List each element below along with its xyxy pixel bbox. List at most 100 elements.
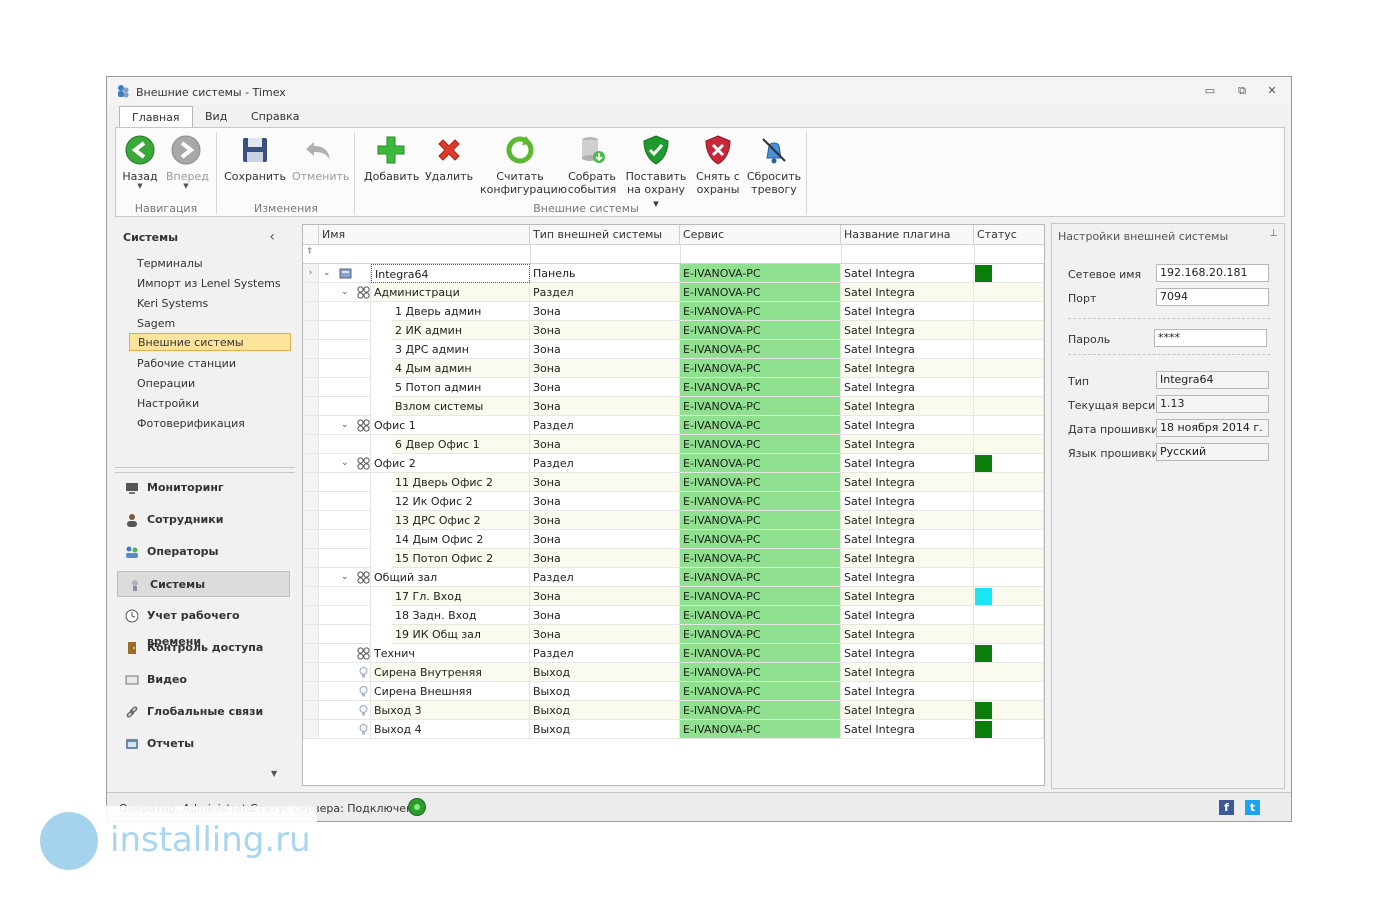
cell-service[interactable]: E-IVANOVA-PC: [680, 340, 841, 359]
cell-name[interactable]: 5 Потоп админ: [392, 378, 530, 397]
column-header-status[interactable]: Статус: [974, 225, 1044, 245]
cell-status[interactable]: [974, 416, 1044, 435]
cell-status[interactable]: [974, 720, 1044, 739]
expand-toggle-icon[interactable]: ⌄: [341, 573, 350, 582]
cell-service[interactable]: E-IVANOVA-PC: [680, 530, 841, 549]
row-indicator[interactable]: [303, 435, 319, 454]
cell-status[interactable]: [974, 549, 1044, 568]
row-indicator[interactable]: [303, 397, 319, 416]
row-indicator[interactable]: [303, 625, 319, 644]
cell-type[interactable]: Выход: [530, 682, 680, 701]
row-indicator[interactable]: [303, 587, 319, 606]
row-indicator[interactable]: [303, 549, 319, 568]
table-row[interactable]: 19 ИК Общ зал Зона E-IVANOVA-PC Satel Integ…: [303, 625, 1044, 644]
nav-monitoring[interactable]: Мониторинг: [115, 475, 295, 501]
row-indicator[interactable]: [303, 606, 319, 625]
collect-events-button[interactable]: Собрать события: [566, 134, 618, 196]
table-row[interactable]: Сирена Внешняя Выход E-IVANOVA-PC Satel Int…: [303, 682, 1044, 701]
row-indicator[interactable]: [303, 416, 319, 435]
close-icon[interactable]: ✕: [1263, 83, 1281, 99]
cell-name[interactable]: 4 Дым админ: [392, 359, 530, 378]
cell-name[interactable]: Офис 1: [371, 416, 530, 435]
cell-status[interactable]: [974, 264, 1044, 283]
cell-service[interactable]: E-IVANOVA-PC: [680, 378, 841, 397]
cell-type[interactable]: Раздел: [530, 644, 680, 663]
cell-service[interactable]: E-IVANOVA-PC: [680, 473, 841, 492]
column-header-service[interactable]: Сервис: [680, 225, 841, 245]
cell-plugin[interactable]: Satel Integra: [841, 264, 974, 283]
cell-service[interactable]: E-IVANOVA-PC: [680, 682, 841, 701]
cell-name[interactable]: Integra64: [371, 264, 530, 283]
table-row[interactable]: ⌄ Общий зал Раздел E-IVANOVA-PC Satel Integr…: [303, 568, 1044, 587]
filter-row[interactable]: ⍒: [303, 245, 1044, 264]
cell-status[interactable]: [974, 511, 1044, 530]
cell-type[interactable]: Зона: [530, 587, 680, 606]
row-indicator[interactable]: [303, 302, 319, 321]
table-row[interactable]: 15 Потоп Офис 2 Зона E-IVANOVA-PC Satel Int…: [303, 549, 1044, 568]
cell-status[interactable]: [974, 606, 1044, 625]
cell-status[interactable]: [974, 492, 1044, 511]
table-row[interactable]: 18 Задн. Вход Зона E-IVANOVA-PC Satel Integ…: [303, 606, 1044, 625]
cell-name[interactable]: Сирена Внутреняя: [371, 663, 530, 682]
cell-status[interactable]: [974, 625, 1044, 644]
row-indicator[interactable]: ›: [303, 264, 319, 283]
table-row[interactable]: ⌄ Администраци Раздел E-IVANOVA-PC Satel Int…: [303, 283, 1044, 302]
cell-service[interactable]: E-IVANOVA-PC: [680, 701, 841, 720]
cell-status[interactable]: [974, 701, 1044, 720]
table-row[interactable]: 13 ДРС Офис 2 Зона E-IVANOVA-PC Satel Integ…: [303, 511, 1044, 530]
cell-status[interactable]: [974, 378, 1044, 397]
row-indicator[interactable]: [303, 568, 319, 587]
nav-video[interactable]: Видео: [115, 667, 295, 693]
pin-icon[interactable]: ⊥: [1269, 228, 1278, 239]
sidebar-item-settings[interactable]: Настройки: [137, 397, 199, 410]
cell-name[interactable]: 15 Потоп Офис 2: [392, 549, 530, 568]
tab-view[interactable]: Вид: [193, 106, 239, 127]
table-row[interactable]: ⌄ Офис 2 Раздел E-IVANOVA-PC Satel Integra: [303, 454, 1044, 473]
row-indicator[interactable]: [303, 663, 319, 682]
cell-type[interactable]: Раздел: [530, 416, 680, 435]
cell-plugin[interactable]: Satel Integra: [841, 644, 974, 663]
column-header-plugin[interactable]: Название плагина: [841, 225, 974, 245]
forward-dropdown-icon[interactable]: ▼: [166, 183, 206, 190]
cell-type[interactable]: Выход: [530, 663, 680, 682]
cell-status[interactable]: [974, 321, 1044, 340]
table-row[interactable]: 1 Дверь админ Зона E-IVANOVA-PC Satel Integ…: [303, 302, 1044, 321]
reset-alarm-button[interactable]: Сбросить тревогу: [746, 134, 802, 196]
cell-name[interactable]: Общий зал: [371, 568, 530, 587]
row-indicator[interactable]: [303, 492, 319, 511]
cell-service[interactable]: E-IVANOVA-PC: [680, 720, 841, 739]
cell-plugin[interactable]: Satel Integra: [841, 625, 974, 644]
tab-home[interactable]: Главная: [119, 106, 193, 127]
cell-status[interactable]: [974, 454, 1044, 473]
cell-plugin[interactable]: Satel Integra: [841, 473, 974, 492]
twitter-icon[interactable]: t: [1245, 800, 1260, 815]
nav-reports[interactable]: Отчеты: [115, 731, 295, 757]
expand-toggle-icon[interactable]: ⌄: [341, 288, 350, 297]
cell-type[interactable]: Зона: [530, 511, 680, 530]
table-row[interactable]: Выход 3 Выход E-IVANOVA-PC Satel Integra: [303, 701, 1044, 720]
row-indicator[interactable]: [303, 701, 319, 720]
port-input[interactable]: [1156, 288, 1269, 306]
cell-name[interactable]: 19 ИК Общ зал: [392, 625, 530, 644]
row-indicator[interactable]: [303, 378, 319, 397]
cell-service[interactable]: E-IVANOVA-PC: [680, 511, 841, 530]
cell-type[interactable]: Зона: [530, 530, 680, 549]
cell-name[interactable]: Администраци: [371, 283, 530, 302]
row-indicator[interactable]: [303, 644, 319, 663]
cell-status[interactable]: [974, 283, 1044, 302]
cell-name[interactable]: Сирена Внешняя: [371, 682, 530, 701]
cell-status[interactable]: [974, 359, 1044, 378]
cell-type[interactable]: Зона: [530, 435, 680, 454]
cell-plugin[interactable]: Satel Integra: [841, 492, 974, 511]
cell-plugin[interactable]: Satel Integra: [841, 454, 974, 473]
nav-employees[interactable]: Сотрудники: [115, 507, 295, 533]
tab-help[interactable]: Справка: [239, 106, 311, 127]
cell-plugin[interactable]: Satel Integra: [841, 435, 974, 454]
cell-type[interactable]: Зона: [530, 359, 680, 378]
table-row[interactable]: Технич Раздел E-IVANOVA-PC Satel Integra: [303, 644, 1044, 663]
save-button[interactable]: Сохранить: [224, 134, 286, 183]
cell-service[interactable]: E-IVANOVA-PC: [680, 359, 841, 378]
cell-service[interactable]: E-IVANOVA-PC: [680, 568, 841, 587]
cell-service[interactable]: E-IVANOVA-PC: [680, 454, 841, 473]
column-header-type[interactable]: Тип внешней системы: [530, 225, 680, 245]
